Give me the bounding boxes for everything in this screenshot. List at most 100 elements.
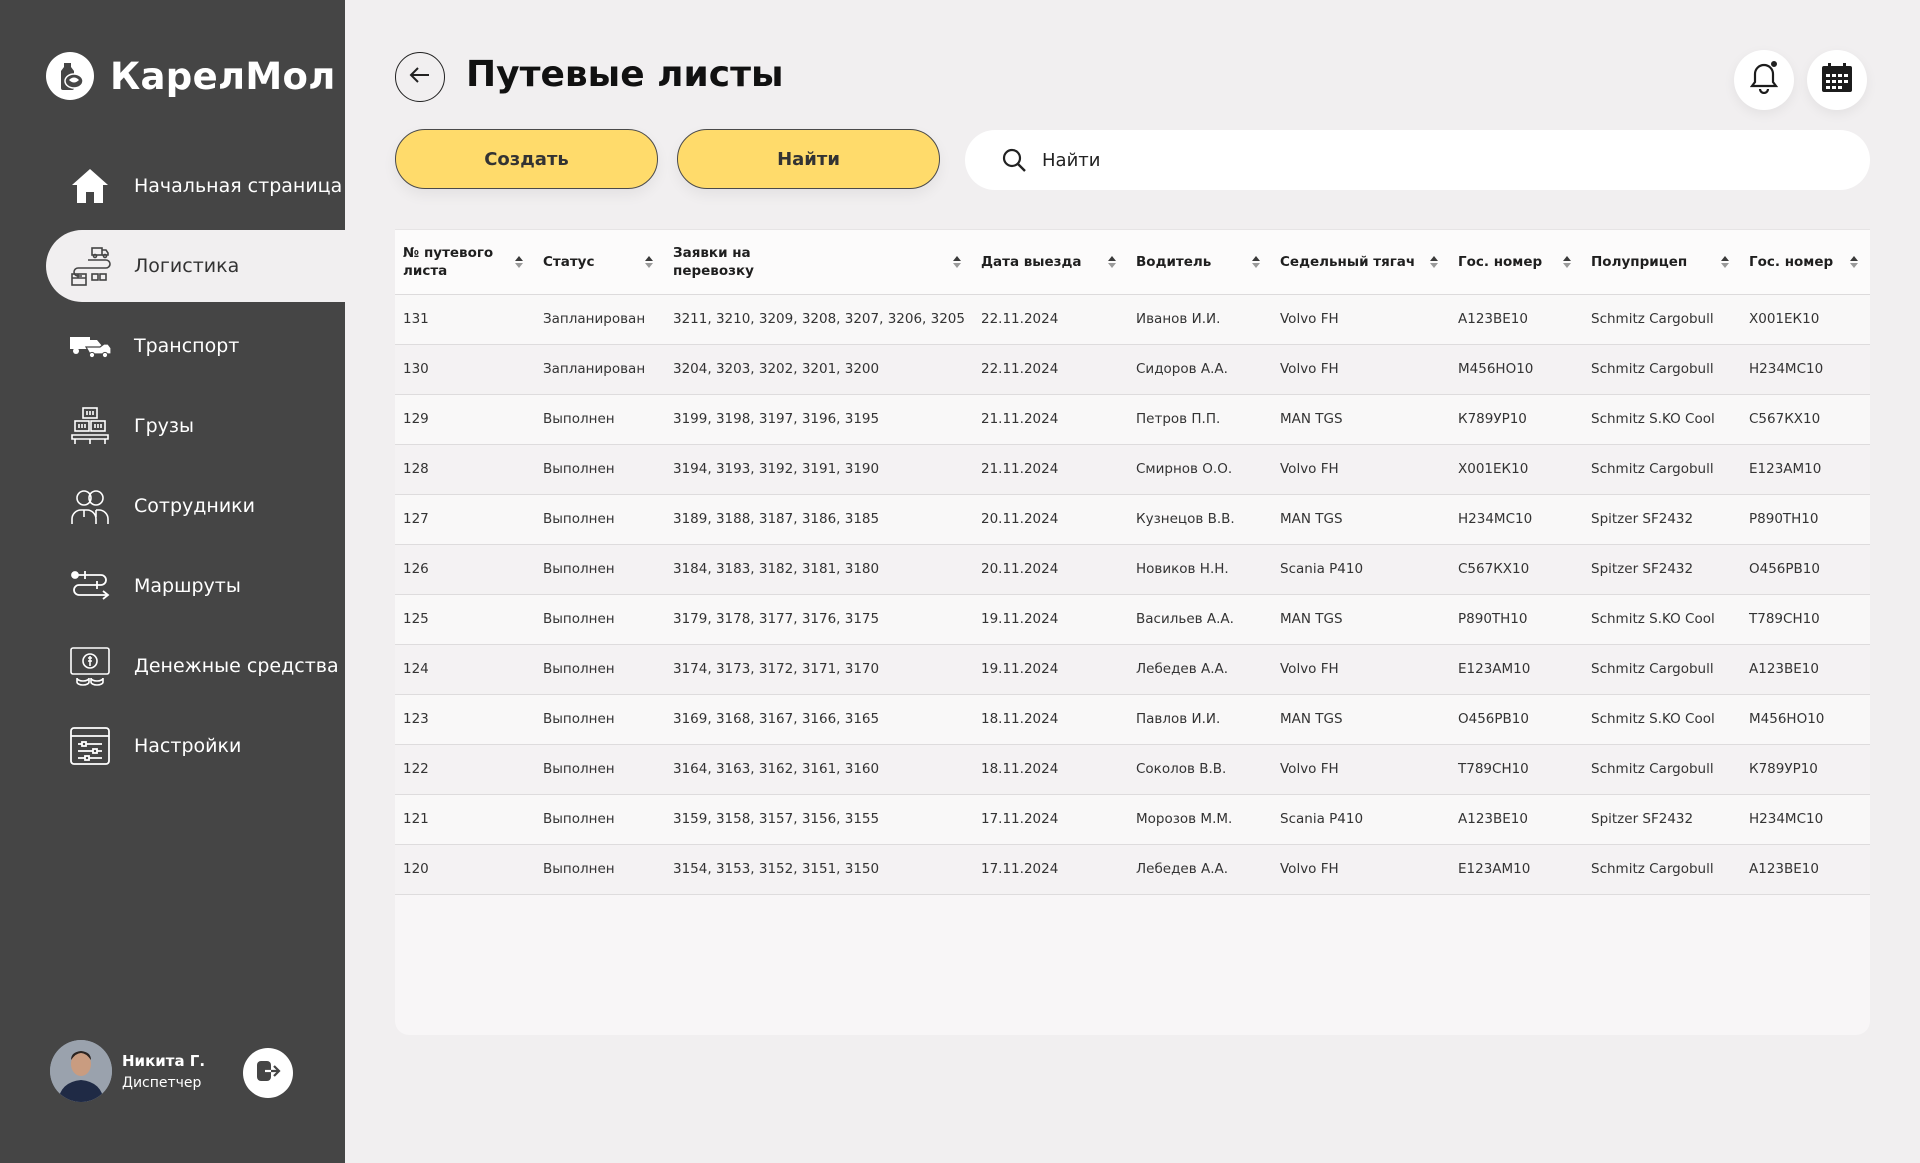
sort-arrows-icon[interactable]: [1252, 255, 1260, 268]
sidebar-item-home[interactable]: Начальная страница: [46, 150, 345, 222]
cell-tractor-plate: А123ВЕ10: [1458, 811, 1528, 827]
cell-status: Выполнен: [543, 561, 615, 577]
cell-tractor: MAN TGS: [1280, 511, 1343, 527]
cell-trailer: Spitzer SF2432: [1591, 811, 1694, 827]
sort-arrows-icon[interactable]: [1721, 255, 1729, 268]
cell-transport-requests: 3174, 3173, 3172, 3171, 3170: [673, 661, 880, 677]
table-row[interactable]: 120 Выполнен 3154, 3153, 3152, 3151, 3150 1…: [395, 844, 1870, 894]
sort-arrows-icon[interactable]: [645, 255, 653, 268]
sidebar-item-routes[interactable]: Маршруты: [46, 550, 345, 622]
column-header-waybill-number[interactable]: № путевого листа: [395, 230, 535, 295]
table-row[interactable]: 122 Выполнен 3164, 3163, 3162, 3161, 3160 1…: [395, 744, 1870, 794]
back-button[interactable]: [395, 52, 445, 102]
table-row[interactable]: 125 Выполнен 3179, 3178, 3177, 3176, 3175 1…: [395, 594, 1870, 644]
cell-tractor: Volvo FH: [1280, 661, 1339, 677]
cell-status: Выполнен: [543, 511, 615, 527]
notifications-button[interactable]: [1734, 50, 1794, 110]
sidebar-item-cargo[interactable]: Грузы: [46, 390, 345, 462]
cell-departure-date: 19.11.2024: [981, 661, 1059, 677]
cell-transport-requests: 3199, 3198, 3197, 3196, 3195: [673, 411, 880, 427]
logout-icon: [255, 1058, 281, 1088]
cell-transport-requests: 3194, 3193, 3192, 3191, 3190: [673, 461, 880, 477]
user-profile[interactable]: Никита Г. Диспетчер: [50, 1040, 205, 1102]
column-header-trailer-plate[interactable]: Гос. номер: [1741, 230, 1870, 295]
cell-tractor-plate: С567КХ10: [1458, 561, 1530, 577]
column-header-tractor-plate[interactable]: Гос. номер: [1450, 230, 1583, 295]
cell-trailer-plate: Е123АМ10: [1749, 461, 1822, 477]
table-row[interactable]: 127 Выполнен 3189, 3188, 3187, 3186, 3185 2…: [395, 494, 1870, 544]
cell-driver: Иванов И.И.: [1136, 311, 1221, 327]
sort-arrows-icon[interactable]: [515, 255, 523, 268]
sidebar-item-logistics[interactable]: Логистика: [46, 230, 345, 302]
table-header-row: № путевого листа Статус Заявки на перевозк…: [395, 230, 1870, 295]
cell-driver: Петров П.П.: [1136, 411, 1221, 427]
cell-trailer: Schmitz Cargobull: [1591, 861, 1714, 877]
cell-trailer-plate: А123ВЕ10: [1749, 861, 1819, 877]
column-header-driver[interactable]: Водитель: [1128, 230, 1272, 295]
app-logo[interactable]: КарелМол: [46, 52, 336, 100]
sidebar-item-transport[interactable]: Транспорт: [46, 310, 345, 382]
sort-arrows-icon[interactable]: [1430, 255, 1438, 268]
cell-trailer: Schmitz S.KO Cool: [1591, 611, 1715, 627]
cell-departure-date: 21.11.2024: [981, 411, 1059, 427]
cell-trailer: Schmitz S.KO Cool: [1591, 711, 1715, 727]
notification-dot: [1770, 60, 1778, 68]
table-row[interactable]: 124 Выполнен 3174, 3173, 3172, 3171, 3170 1…: [395, 644, 1870, 694]
cell-waybill-number: 120: [403, 861, 429, 877]
find-button[interactable]: Найти: [677, 129, 940, 189]
cell-status: Выполнен: [543, 661, 615, 677]
cell-tractor: MAN TGS: [1280, 411, 1343, 427]
table-row[interactable]: 131 Запланирован 3211, 3210, 3209, 3208, 3…: [395, 294, 1870, 344]
table-row[interactable]: 128 Выполнен 3194, 3193, 3192, 3191, 3190 2…: [395, 444, 1870, 494]
routes-icon: [68, 564, 112, 608]
cell-waybill-number: 129: [403, 411, 429, 427]
cell-driver: Лебедев А.А.: [1136, 861, 1229, 877]
table-row[interactable]: 121 Выполнен 3159, 3158, 3157, 3156, 3155 1…: [395, 794, 1870, 844]
cell-status: Выполнен: [543, 861, 615, 877]
sidebar-item-money[interactable]: Денежные средства: [46, 630, 345, 702]
search-input[interactable]: [1042, 149, 1822, 171]
sidebar-item-label: Настройки: [134, 735, 242, 757]
table-body: 131 Запланирован 3211, 3210, 3209, 3208, 3…: [395, 294, 1870, 894]
sidebar-item-label: Логистика: [134, 255, 240, 277]
cell-trailer-plate: С567КХ10: [1749, 411, 1821, 427]
column-header-departure-date[interactable]: Дата выезда: [973, 230, 1128, 295]
sidebar-item-label: Маршруты: [134, 575, 241, 597]
table-row[interactable]: 130 Запланирован 3204, 3203, 3202, 3201, 3…: [395, 344, 1870, 394]
column-header-transport-requests[interactable]: Заявки на перевозку: [665, 230, 973, 295]
sort-arrows-icon[interactable]: [953, 255, 961, 268]
cell-driver: Сидоров А.А.: [1136, 361, 1228, 377]
sort-arrows-icon[interactable]: [1108, 255, 1116, 268]
column-header-tractor[interactable]: Седельный тягач: [1272, 230, 1450, 295]
create-button[interactable]: Создать: [395, 129, 658, 189]
cell-tractor-plate: Е123АМ10: [1458, 861, 1531, 877]
cell-waybill-number: 124: [403, 661, 429, 677]
cell-waybill-number: 122: [403, 761, 429, 777]
calendar-button[interactable]: [1807, 50, 1867, 110]
sidebar-item-settings[interactable]: Настройки: [46, 710, 345, 782]
search-icon: [1000, 146, 1028, 174]
search-bar[interactable]: [965, 130, 1870, 190]
cell-transport-requests: 3159, 3158, 3157, 3156, 3155: [673, 811, 880, 827]
table-row[interactable]: 129 Выполнен 3199, 3198, 3197, 3196, 3195 2…: [395, 394, 1870, 444]
arrow-left-icon: [409, 66, 431, 88]
cell-departure-date: 20.11.2024: [981, 561, 1059, 577]
cell-waybill-number: 121: [403, 811, 429, 827]
sort-arrows-icon[interactable]: [1850, 255, 1858, 268]
cell-departure-date: 22.11.2024: [981, 311, 1059, 327]
table-row[interactable]: 126 Выполнен 3184, 3183, 3182, 3181, 3180 2…: [395, 544, 1870, 594]
sidebar-item-label: Транспорт: [134, 335, 240, 357]
cell-trailer: Schmitz S.KO Cool: [1591, 411, 1715, 427]
cell-tractor-plate: М456НО10: [1458, 361, 1534, 377]
app-name: КарелМол: [110, 54, 336, 98]
column-header-trailer[interactable]: Полуприцеп: [1583, 230, 1741, 295]
sort-arrows-icon[interactable]: [1563, 255, 1571, 268]
logout-button[interactable]: [243, 1048, 293, 1098]
sidebar-item-employees[interactable]: Сотрудники: [46, 470, 345, 542]
table-row[interactable]: 123 Выполнен 3169, 3168, 3167, 3166, 3165 1…: [395, 694, 1870, 744]
column-header-label: Седельный тягач: [1280, 253, 1416, 270]
calendar-icon: [1821, 63, 1853, 97]
column-header-status[interactable]: Статус: [535, 230, 665, 295]
cell-tractor-plate: К789УР10: [1458, 411, 1527, 427]
cell-tractor: MAN TGS: [1280, 611, 1343, 627]
